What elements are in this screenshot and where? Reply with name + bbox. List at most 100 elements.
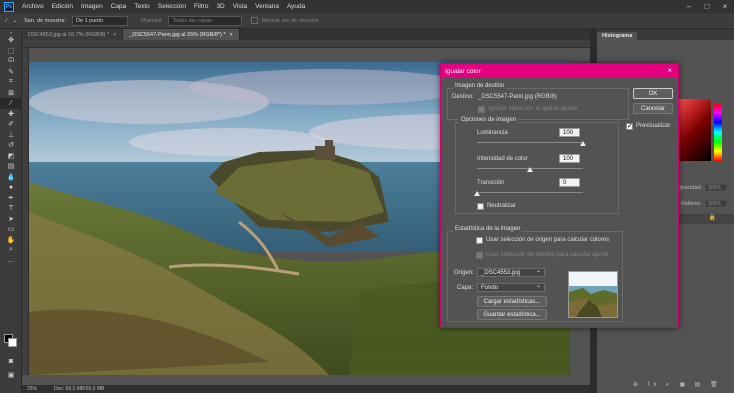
type-tool-icon[interactable]: T	[0, 203, 22, 214]
sample-size-select[interactable]: De 1 punto	[72, 15, 129, 26]
ok-button[interactable]: OK	[633, 88, 673, 99]
menu-seleccion[interactable]: Selección	[154, 3, 190, 10]
quick-mask-icon[interactable]: ◙	[0, 356, 22, 367]
use-source-selection-checkbox[interactable]	[476, 237, 483, 244]
document-tabs: DSC4553.jpg al 16,7% (RGB/8) * × _DSC554…	[22, 29, 590, 40]
tab-close-icon[interactable]: ×	[230, 32, 233, 38]
more-tools-icon[interactable]: …	[0, 256, 22, 267]
maximize-icon[interactable]: □	[698, 0, 716, 13]
luminance-label: Luminancia	[477, 130, 508, 136]
menu-imagen[interactable]: Imagen	[77, 3, 107, 10]
layer-row[interactable]: 🔒	[679, 214, 734, 224]
eyedropper-tool-icon[interactable]: ⁄	[0, 98, 22, 109]
stamp-tool-icon[interactable]: ⊥	[0, 130, 22, 141]
history-brush-icon[interactable]: ↺	[0, 140, 22, 151]
screen-mode-icon[interactable]: ▣	[0, 370, 22, 381]
source-label: Origen:	[454, 270, 474, 276]
hand-tool-icon[interactable]: ✋	[0, 235, 22, 246]
menu-archivo[interactable]: Archivo	[18, 3, 48, 10]
tools-panel: » ✥ ⬚ ᘏ ✎ ⌗ ⊠ ⁄ ✚ ✐ ⊥ ↺ ◩ ▤ 💧 ● ✒ T ➤ ▭ …	[0, 29, 22, 393]
fade-slider[interactable]	[477, 192, 583, 193]
ignore-selection-checkbox[interactable]	[478, 106, 485, 113]
lasso-tool-icon[interactable]: ᘏ	[0, 56, 22, 67]
luminance-slider[interactable]	[477, 142, 583, 143]
opacity-value: 100%	[708, 185, 721, 191]
photoshop-logo: Ps	[4, 1, 14, 12]
menu-3d[interactable]: 3D	[212, 3, 228, 10]
use-dest-selection-checkbox[interactable]	[476, 252, 483, 259]
dodge-tool-icon[interactable]: ●	[0, 182, 22, 193]
healing-brush-icon[interactable]: ✚	[0, 109, 22, 120]
brush-tool-icon[interactable]: ✐	[0, 119, 22, 130]
status-bar: 25% Doc: 66,0 MB/66,0 MB	[22, 385, 590, 393]
frame-tool-icon[interactable]: ⊠	[0, 88, 22, 99]
neutralize-label: Neutralizar	[487, 203, 517, 209]
source-thumbnail-image	[569, 272, 617, 317]
preview-checkbox[interactable]	[626, 122, 633, 130]
luminance-slider-knob[interactable]	[580, 141, 586, 146]
tab-label: DSC4553.jpg al 16,7% (RGB/8) *	[28, 31, 110, 38]
opacity-label: Opacidad:	[677, 185, 703, 191]
destination-label: Destino:	[452, 94, 475, 100]
image-stats-title: Estadística de la imagen	[453, 226, 523, 232]
layer-select[interactable]: Fondo	[477, 282, 545, 292]
blur-tool-icon[interactable]: 💧	[0, 172, 22, 183]
fade-slider-knob[interactable]	[474, 191, 480, 196]
minimize-icon[interactable]: –	[680, 0, 698, 13]
preview-label: Previsualizar	[636, 123, 671, 129]
cancel-button[interactable]: Cancelar	[633, 103, 673, 114]
crop-tool-icon[interactable]: ⌗	[0, 77, 22, 88]
sample-select[interactable]: Todas las capas	[168, 15, 243, 26]
tab-dsc5547-pano[interactable]: _DSC5547-Pano.jpg al 25% (RGB/8*) * ×	[123, 29, 240, 40]
hue-slider[interactable]	[714, 103, 722, 161]
opacity-field[interactable]: 100%	[705, 184, 727, 191]
source-thumbnail	[568, 271, 618, 318]
fill-field[interactable]: 100%	[705, 200, 727, 207]
close-icon[interactable]: ×	[667, 66, 672, 75]
ruler-vertical	[22, 48, 29, 375]
menu-ventana[interactable]: Ventana	[251, 3, 283, 10]
zoom-level[interactable]: 25%	[27, 386, 37, 392]
path-select-icon[interactable]: ➤	[0, 214, 22, 225]
sample-label: Muestra:	[141, 17, 163, 24]
use-dest-selection-label: Usar selección de destino para calcular …	[486, 252, 609, 258]
close-icon[interactable]: ×	[716, 0, 734, 13]
quick-select-icon[interactable]: ✎	[0, 67, 22, 78]
neutralize-checkbox[interactable]	[477, 203, 484, 210]
save-statistics-button[interactable]: Guardar estadística...	[477, 309, 547, 320]
marquee-tool-icon[interactable]: ⬚	[0, 46, 22, 57]
menu-filtro[interactable]: Filtro	[190, 3, 212, 10]
fade-field[interactable]: 0	[559, 178, 580, 187]
tab-close-icon[interactable]: ×	[113, 32, 116, 38]
luminance-field[interactable]: 100	[559, 128, 580, 137]
eyedropper-icon[interactable]: ⁄	[6, 18, 7, 24]
chevron-down-icon[interactable]: ⌄	[13, 18, 18, 24]
match-color-dialog: Igualar color × Imagen de destino Destin…	[440, 63, 679, 328]
lock-icon: 🔒	[708, 215, 716, 221]
color-intensity-slider-knob[interactable]	[527, 167, 533, 172]
gradient-tool-icon[interactable]: ▤	[0, 161, 22, 172]
source-select[interactable]: _DSC4553.jpg	[477, 267, 545, 277]
move-tool-icon[interactable]: ✥	[0, 35, 22, 46]
color-intensity-field[interactable]: 100	[559, 154, 580, 163]
menu-capa[interactable]: Capa	[107, 3, 131, 10]
eraser-tool-icon[interactable]: ◩	[0, 151, 22, 162]
menu-bar: Ps Archivo Edición Imagen Capa Texto Sel…	[0, 0, 734, 13]
shape-tool-icon[interactable]: ▭	[0, 224, 22, 235]
color-picker-field[interactable]	[679, 99, 711, 161]
fill-label: Relleno:	[681, 201, 702, 207]
background-color-swatch[interactable]	[8, 338, 17, 347]
tab-dsc4553[interactable]: DSC4553.jpg al 16,7% (RGB/8) * ×	[22, 29, 124, 40]
image-options-title: Opciones de imagen	[459, 117, 519, 123]
layer-actions[interactable]: ⊕ fx ◐ ▣ ▤ 🗑	[633, 381, 722, 388]
menu-vista[interactable]: Vista	[229, 3, 251, 10]
show-ring-checkbox[interactable]	[251, 17, 259, 24]
tab-histogram[interactable]: Histograma	[597, 32, 638, 40]
menu-edicion[interactable]: Edición	[48, 3, 77, 10]
menu-texto[interactable]: Texto	[130, 3, 154, 10]
load-statistics-button[interactable]: Cargar estadísticas...	[477, 296, 547, 307]
pen-tool-icon[interactable]: ✒	[0, 193, 22, 204]
ruler-horizontal	[22, 40, 590, 48]
zoom-tool-icon[interactable]: ⌕	[0, 245, 22, 256]
menu-ayuda[interactable]: Ayuda	[283, 3, 309, 10]
